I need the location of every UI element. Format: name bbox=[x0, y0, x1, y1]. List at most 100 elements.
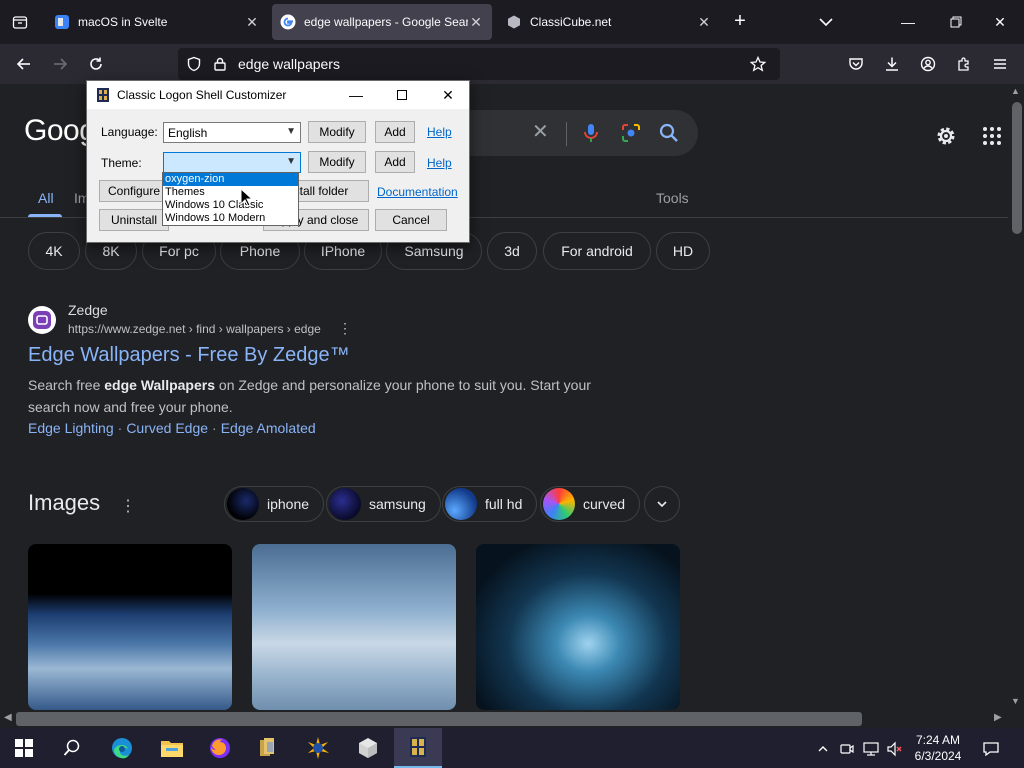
image-chip-samsung[interactable]: samsung bbox=[326, 486, 441, 522]
sitelink-curved-edge[interactable]: Curved Edge bbox=[126, 420, 208, 436]
logon-customizer-taskbar-icon[interactable] bbox=[394, 728, 442, 768]
back-icon[interactable] bbox=[10, 50, 38, 78]
scroll-right-arrow-icon[interactable]: ▶ bbox=[994, 712, 1002, 723]
chip-3d[interactable]: 3d bbox=[487, 232, 537, 270]
google-logo[interactable]: Goog bbox=[24, 114, 96, 148]
search-icon[interactable] bbox=[658, 122, 680, 144]
dialog-minimize-icon[interactable]: — bbox=[333, 81, 379, 109]
horizontal-scrollbar[interactable]: ◀ ▶ bbox=[0, 710, 1024, 728]
notifications-icon[interactable] bbox=[982, 740, 1000, 758]
volume-muted-icon[interactable] bbox=[886, 740, 904, 758]
theme-combobox[interactable]: ▼ bbox=[163, 152, 301, 173]
minimize-window-icon[interactable]: — bbox=[884, 0, 932, 44]
horizontal-scroll-thumb[interactable] bbox=[16, 712, 862, 726]
settings-gear-icon[interactable] bbox=[934, 124, 958, 148]
address-bar[interactable]: edge wallpapers bbox=[178, 48, 780, 80]
image-result-earth[interactable] bbox=[28, 544, 232, 710]
theme-option-windows-10-modern[interactable]: Windows 10 Modern bbox=[163, 212, 298, 225]
language-modify-button[interactable]: Modify bbox=[308, 121, 366, 143]
theme-modify-button[interactable]: Modify bbox=[308, 151, 366, 173]
bookmark-star-icon[interactable] bbox=[749, 55, 767, 72]
chip-4k[interactable]: 4K bbox=[28, 232, 80, 270]
images-more-options-icon[interactable]: ⋮ bbox=[120, 496, 136, 516]
voice-search-icon[interactable] bbox=[580, 122, 602, 144]
chip-for-android[interactable]: For android bbox=[543, 232, 651, 270]
forward-icon[interactable] bbox=[46, 50, 74, 78]
meet-now-icon[interactable] bbox=[838, 740, 856, 758]
language-help-link[interactable]: Help bbox=[427, 125, 452, 139]
tab-close-icon[interactable]: ✕ bbox=[468, 14, 484, 31]
sitelink-edge-amolated[interactable]: Edge Amolated bbox=[221, 420, 316, 436]
show-hidden-icons-chevron-up-icon[interactable] bbox=[814, 740, 832, 758]
edge-browser-icon[interactable] bbox=[98, 728, 146, 768]
firefox-icon[interactable] bbox=[196, 728, 244, 768]
theme-option-oxygen-zion[interactable]: oxygen-zion bbox=[163, 173, 298, 186]
restore-window-icon[interactable] bbox=[932, 0, 980, 44]
vertical-scroll-thumb[interactable] bbox=[1012, 102, 1022, 234]
tab-classicube[interactable]: ClassiCube.net ✕ bbox=[498, 4, 720, 40]
dialog-title-bar[interactable]: Classic Logon Shell Customizer — ✕ bbox=[87, 81, 469, 109]
shield-icon[interactable] bbox=[186, 56, 202, 72]
start-button[interactable] bbox=[0, 728, 48, 768]
language-add-button[interactable]: Add bbox=[375, 121, 415, 143]
result-more-options-icon[interactable]: ⋮ bbox=[338, 320, 352, 337]
chevron-down-icon[interactable]: ▼ bbox=[286, 156, 296, 167]
network-icon[interactable] bbox=[862, 740, 880, 758]
downloads-icon[interactable] bbox=[878, 50, 906, 78]
lens-search-icon[interactable] bbox=[620, 122, 642, 144]
chevron-down-icon[interactable] bbox=[644, 486, 680, 522]
uninstall-button[interactable]: Uninstall bbox=[99, 209, 169, 231]
theme-option-themes[interactable]: Themes bbox=[163, 186, 298, 199]
tools-button[interactable]: Tools bbox=[656, 190, 689, 206]
chip-hd[interactable]: HD bbox=[656, 232, 710, 270]
chip-label: curved bbox=[583, 496, 626, 512]
image-result-dunes[interactable] bbox=[252, 544, 456, 710]
account-icon[interactable] bbox=[914, 50, 942, 78]
theme-dropdown-list[interactable]: oxygen-zion Themes Windows 10 Classic Wi… bbox=[162, 172, 299, 226]
result-site-name[interactable]: Zedge bbox=[68, 302, 108, 318]
sitelink-edge-lighting[interactable]: Edge Lighting bbox=[28, 420, 114, 436]
scroll-up-arrow-icon[interactable]: ▲ bbox=[1011, 86, 1020, 96]
close-window-icon[interactable]: ✕ bbox=[976, 0, 1024, 44]
new-tab-button[interactable]: + bbox=[728, 10, 752, 32]
result-url[interactable]: https://www.zedge.net › find › wallpaper… bbox=[68, 322, 321, 336]
url-text[interactable]: edge wallpapers bbox=[238, 56, 340, 72]
file-explorer-icon[interactable] bbox=[148, 728, 196, 768]
clear-search-icon[interactable]: ✕ bbox=[532, 122, 549, 142]
vertical-scrollbar[interactable]: ▲ ▼ bbox=[1008, 84, 1024, 710]
starburst-app-icon[interactable] bbox=[294, 728, 342, 768]
menu-icon[interactable] bbox=[986, 50, 1014, 78]
image-result-galaxy[interactable] bbox=[476, 544, 680, 710]
archive-app-icon[interactable] bbox=[244, 728, 292, 768]
list-all-tabs-icon[interactable] bbox=[814, 10, 838, 34]
reload-icon[interactable] bbox=[82, 50, 110, 78]
google-apps-icon[interactable] bbox=[980, 124, 1004, 148]
configure-button[interactable]: Configure bbox=[99, 180, 169, 202]
image-chip-full-hd[interactable]: full hd bbox=[442, 486, 538, 522]
tab-overview-icon[interactable] bbox=[6, 8, 34, 36]
dialog-close-icon[interactable]: ✕ bbox=[425, 81, 471, 109]
pocket-icon[interactable] bbox=[842, 50, 870, 78]
theme-help-link[interactable]: Help bbox=[427, 156, 452, 170]
cancel-button[interactable]: Cancel bbox=[375, 209, 447, 231]
documentation-link[interactable]: Documentation bbox=[377, 185, 458, 199]
tab-close-icon[interactable]: ✕ bbox=[244, 14, 260, 31]
language-combobox[interactable]: English ▼ bbox=[163, 122, 301, 143]
image-chip-curved[interactable]: curved bbox=[540, 486, 641, 522]
tab-edge-wallpapers[interactable]: edge wallpapers - Google Search ✕ bbox=[272, 4, 492, 40]
dialog-maximize-icon[interactable] bbox=[379, 81, 425, 109]
scroll-down-arrow-icon[interactable]: ▼ bbox=[1011, 696, 1020, 706]
extensions-icon[interactable] bbox=[950, 50, 978, 78]
tab-close-icon[interactable]: ✕ bbox=[696, 14, 712, 31]
theme-add-button[interactable]: Add bbox=[375, 151, 415, 173]
tab-macos-in-svelte[interactable]: macOS in Svelte ✕ bbox=[46, 4, 268, 40]
result-title-link[interactable]: Edge Wallpapers - Free By Zedge™ bbox=[28, 344, 350, 367]
scroll-left-arrow-icon[interactable]: ◀ bbox=[4, 712, 12, 723]
taskbar-search-icon[interactable] bbox=[48, 728, 96, 768]
classicube-taskbar-icon[interactable] bbox=[344, 728, 392, 768]
chevron-down-icon[interactable]: ▼ bbox=[286, 126, 296, 137]
theme-option-windows-10-classic[interactable]: Windows 10 Classic bbox=[163, 199, 298, 212]
image-chip-iphone[interactable]: iphone bbox=[224, 486, 325, 522]
system-clock[interactable]: 7:24 AM 6/3/2024 bbox=[908, 732, 968, 764]
tab-all[interactable]: All bbox=[38, 190, 54, 206]
